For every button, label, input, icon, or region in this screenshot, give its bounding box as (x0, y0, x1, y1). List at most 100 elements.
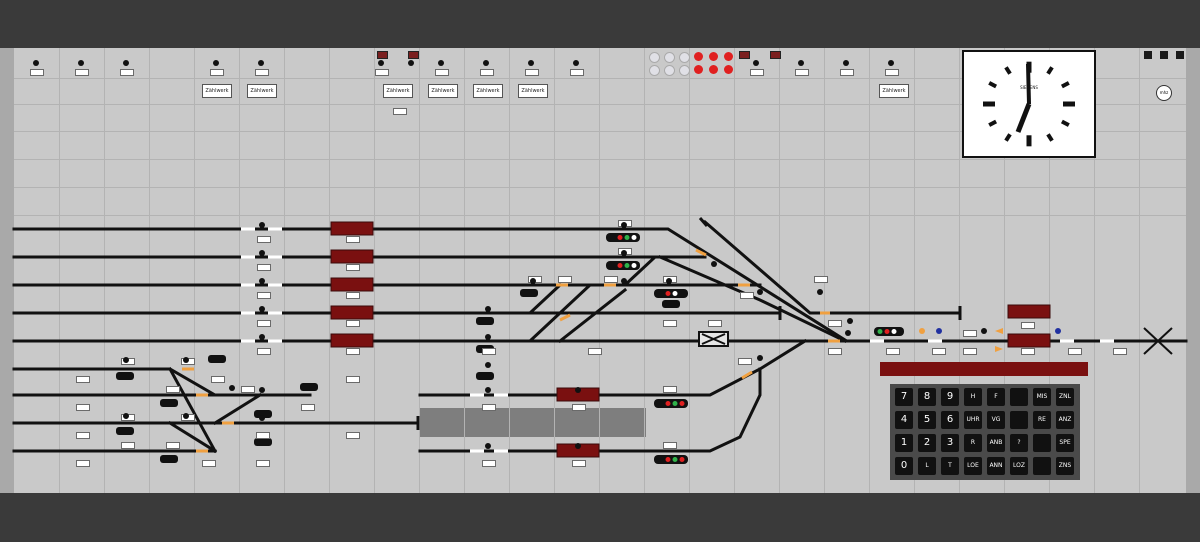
keypad-key[interactable]: 3 (941, 434, 959, 452)
keypad-key[interactable]: 1 (895, 434, 913, 452)
indicator-lamp[interactable] (213, 60, 219, 66)
zaehlwerk-counter[interactable]: Zählwerk (383, 84, 413, 98)
white-indicator-lamp (679, 65, 690, 76)
section-label (166, 442, 180, 449)
keypad-key[interactable]: MIS (1033, 388, 1051, 406)
occupied-block (330, 333, 374, 348)
track-lamp (666, 278, 672, 284)
white-indicator-lamp (664, 52, 675, 63)
keypad-key[interactable] (1010, 388, 1028, 406)
field-label (885, 69, 899, 76)
keypad-key[interactable]: LOE (964, 457, 982, 475)
red-indicator-lamp (709, 52, 718, 61)
indicator-lamp[interactable] (258, 60, 264, 66)
keypad-key[interactable]: VG (987, 411, 1005, 429)
dial-button[interactable]: mhz (1156, 85, 1172, 101)
section-label (1113, 348, 1127, 355)
indicator-lamp[interactable] (528, 60, 534, 66)
indicator-lamp[interactable] (753, 60, 759, 66)
track-lamp (259, 334, 265, 340)
section-label (346, 348, 360, 355)
field-label (210, 69, 224, 76)
keypad-key[interactable]: 4 (895, 411, 913, 429)
keypad-key[interactable]: L (918, 457, 936, 475)
section-label (257, 348, 271, 355)
control-icon[interactable] (1160, 51, 1168, 59)
indicator-lamp[interactable] (33, 60, 39, 66)
section-label (166, 386, 180, 393)
signal-icon[interactable] (654, 399, 688, 408)
keypad-key[interactable]: R (964, 434, 982, 452)
keypad-key[interactable] (1033, 457, 1051, 475)
section-label (1068, 348, 1082, 355)
field-label (525, 69, 539, 76)
keypad-key[interactable]: 0 (895, 457, 913, 475)
indicator-lamp[interactable] (378, 60, 384, 66)
section-label (346, 264, 360, 271)
indicator-lamp[interactable] (408, 60, 414, 66)
keypad-key[interactable]: ANN (987, 457, 1005, 475)
keypad-key[interactable]: 7 (895, 388, 913, 406)
indicator-lamp[interactable] (798, 60, 804, 66)
indicator-lamp[interactable] (843, 60, 849, 66)
crossing-icon (698, 331, 729, 347)
keypad-key[interactable]: ANZ (1056, 411, 1074, 429)
section-label (76, 404, 90, 411)
track-lamp (259, 250, 265, 256)
keypad-key[interactable]: LOZ (1010, 457, 1028, 475)
indicator-lamp[interactable] (438, 60, 444, 66)
shunt-signal-icon (160, 455, 178, 463)
field-label (75, 69, 89, 76)
signal-icon[interactable] (654, 289, 688, 298)
keypad-key[interactable]: 2 (918, 434, 936, 452)
section-label (211, 376, 225, 383)
indicator-lamp[interactable] (123, 60, 129, 66)
track-lamp (847, 318, 853, 324)
section-label (814, 276, 828, 283)
section-label (121, 442, 135, 449)
keypad-key[interactable]: F (987, 388, 1005, 406)
zaehlwerk-counter[interactable]: Zählwerk (879, 84, 909, 98)
zaehlwerk-counter[interactable]: Zählwerk (202, 84, 232, 98)
indicator-lamp[interactable] (78, 60, 84, 66)
keypad-key[interactable]: 6 (941, 411, 959, 429)
keypad-key[interactable]: 8 (918, 388, 936, 406)
keypad-key[interactable]: ZNL (1056, 388, 1074, 406)
keypad-key[interactable]: SPE (1056, 434, 1074, 452)
section-label (482, 460, 496, 467)
keypad-key[interactable]: 9 (941, 388, 959, 406)
indicator-lamp[interactable] (888, 60, 894, 66)
section-label (663, 442, 677, 449)
track-lamp (259, 222, 265, 228)
zaehlwerk-counter[interactable]: Zählwerk (473, 84, 503, 98)
keypad-key[interactable]: ZNS (1056, 457, 1074, 475)
keypad-key[interactable]: ? (1010, 434, 1028, 452)
section-label (256, 460, 270, 467)
control-icon[interactable] (1176, 51, 1184, 59)
zaehlwerk-counter[interactable]: Zählwerk (518, 84, 548, 98)
indicator-lamp[interactable] (573, 60, 579, 66)
section-label (932, 348, 946, 355)
field-label (255, 69, 269, 76)
indicator-lamp[interactable] (483, 60, 489, 66)
section-label (663, 320, 677, 327)
zaehlwerk-counter[interactable]: Zählwerk (428, 84, 458, 98)
keypad-key[interactable]: ANB (987, 434, 1005, 452)
signal-icon[interactable] (606, 233, 640, 242)
keypad-key[interactable]: T (941, 457, 959, 475)
keypad-key[interactable] (1010, 411, 1028, 429)
keypad-key[interactable]: 5 (918, 411, 936, 429)
keypad-key[interactable]: UHR (964, 411, 982, 429)
zaehlwerk-counter[interactable]: Zählwerk (247, 84, 277, 98)
signal-icon[interactable] (606, 261, 640, 270)
track-lamp (259, 278, 265, 284)
control-icon[interactable] (1144, 51, 1152, 59)
clock-minute-hand (1026, 63, 1031, 105)
signal-icon[interactable] (874, 327, 904, 336)
keypad-key[interactable]: RE (1033, 411, 1051, 429)
keypad-key[interactable]: H (964, 388, 982, 406)
keypad-key[interactable] (1033, 434, 1051, 452)
clock-tick (1004, 133, 1012, 142)
signal-icon[interactable] (654, 455, 688, 464)
alarm-indicator (377, 51, 388, 59)
